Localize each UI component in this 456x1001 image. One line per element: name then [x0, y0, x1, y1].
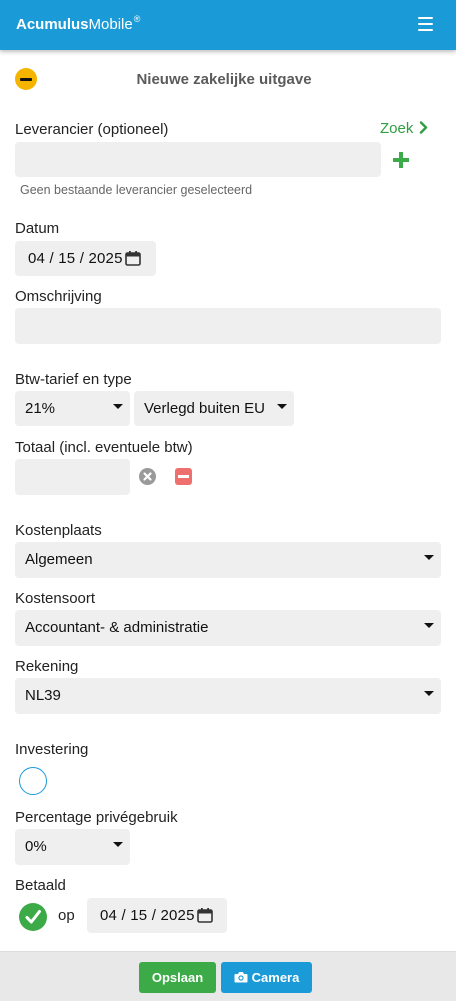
- total-label: Totaal (incl. eventuele btw): [15, 439, 193, 456]
- camera-button[interactable]: Camera: [221, 962, 312, 993]
- cost-center-label: Kostenplaats: [15, 522, 102, 539]
- supplier-input[interactable]: [15, 142, 381, 177]
- chevron-down-icon: [424, 555, 434, 560]
- date-value: 04 / 15 / 2025: [28, 250, 123, 267]
- app-title: AcumulusMobile®: [16, 14, 141, 33]
- private-use-select[interactable]: 0%: [15, 829, 130, 865]
- menu-icon[interactable]: [418, 17, 433, 31]
- supplier-search-link[interactable]: Zoek: [380, 120, 428, 138]
- cost-type-label: Kostensoort: [15, 590, 96, 607]
- camera-icon: [234, 972, 248, 983]
- paid-on-label: op: [58, 907, 75, 924]
- account-value: NL39: [25, 687, 61, 704]
- paid-label: Betaald: [15, 877, 66, 894]
- supplier-hint: Geen bestaande leverancier geselecteerd: [20, 183, 253, 197]
- private-use-label: Percentage privégebruik: [15, 809, 178, 826]
- action-bar: Opslaan Camera: [0, 951, 456, 1001]
- camera-button-label: Camera: [251, 970, 300, 985]
- vat-type-value: Verlegd buiten EU: [144, 400, 265, 417]
- cost-center-select[interactable]: Algemeen: [15, 542, 441, 578]
- app-header: AcumulusMobile®: [0, 0, 456, 50]
- account-select[interactable]: NL39: [15, 678, 441, 714]
- total-input[interactable]: [15, 459, 130, 495]
- vat-label: Btw-tarief en type: [15, 371, 132, 388]
- chevron-down-icon: [424, 623, 434, 628]
- calendar-icon[interactable]: [125, 251, 141, 266]
- remove-icon[interactable]: [175, 468, 192, 485]
- vat-rate-select[interactable]: 21%: [15, 391, 130, 426]
- private-use-value: 0%: [25, 838, 47, 855]
- investment-label: Investering: [15, 741, 89, 758]
- supplier-label: Leverancier (optioneel): [15, 121, 169, 138]
- chevron-right-icon: [419, 121, 427, 134]
- paid-date-value: 04 / 15 / 2025: [100, 907, 195, 924]
- paid-checkbox[interactable]: [19, 903, 47, 931]
- account-label: Rekening: [15, 658, 79, 675]
- chevron-down-icon: [277, 404, 287, 409]
- supplier-search-label: Zoek: [380, 120, 414, 137]
- plus-icon[interactable]: [393, 152, 409, 168]
- chevron-down-icon: [113, 842, 123, 847]
- description-label: Omschrijving: [15, 288, 102, 305]
- cost-type-select[interactable]: Accountant- & administratie: [15, 610, 441, 646]
- paid-date-input[interactable]: 04 / 15 / 2025: [87, 898, 227, 933]
- cost-type-value: Accountant- & administratie: [25, 619, 209, 636]
- chevron-down-icon: [113, 404, 123, 409]
- date-label: Datum: [15, 220, 60, 237]
- page-title: Nieuwe zakelijke uitgave: [136, 71, 312, 88]
- clear-icon[interactable]: [139, 468, 156, 485]
- cost-center-value: Algemeen: [25, 551, 93, 568]
- checkmark-icon: [25, 910, 41, 924]
- vat-type-select[interactable]: Verlegd buiten EU: [134, 391, 294, 426]
- calendar-icon[interactable]: [197, 908, 213, 923]
- vat-rate-value: 21%: [25, 400, 56, 417]
- save-button-label: Opslaan: [151, 970, 204, 985]
- date-input[interactable]: 04 / 15 / 2025: [15, 241, 156, 276]
- investment-checkbox[interactable]: [19, 767, 47, 795]
- chevron-down-icon: [424, 691, 434, 696]
- save-button[interactable]: Opslaan: [139, 962, 216, 993]
- description-input[interactable]: [15, 308, 441, 344]
